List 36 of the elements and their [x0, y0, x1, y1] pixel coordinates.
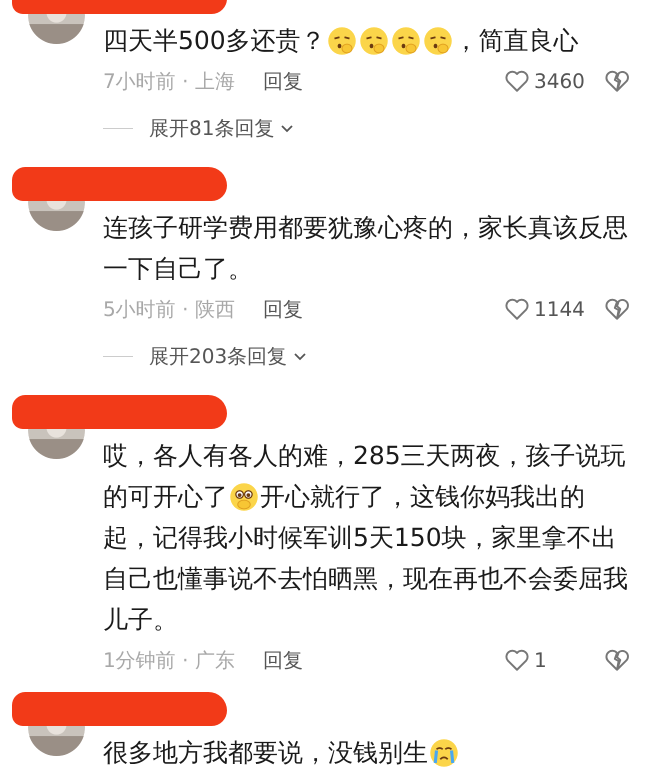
- heart-icon: [504, 647, 530, 673]
- comment-text: 儿子。: [103, 604, 178, 636]
- broken-heart-icon[interactable]: [604, 68, 630, 94]
- chevron-down-icon: [293, 351, 308, 361]
- comment-text: 起，记得我小时候军训5天150块，家里拿不出: [103, 522, 617, 554]
- broken-heart-icon[interactable]: [604, 296, 630, 322]
- comment-time: 7小时前 · 上海: [103, 68, 235, 94]
- comment-time: 5小时前 · 陕西: [103, 296, 235, 322]
- comment-text: 自己也懂事说不去怕晒黑，现在再也不会委屈我: [103, 563, 628, 595]
- comment-text: 开心就行了，这钱你妈我出的: [260, 481, 585, 513]
- sleepy-face-icon: [326, 26, 357, 56]
- sleepy-face-icon: [390, 26, 421, 56]
- chevron-down-icon: [280, 123, 294, 133]
- reply-button[interactable]: 回复: [262, 68, 303, 94]
- reply-button[interactable]: 回复: [262, 646, 303, 674]
- comment-text: ，简直良心: [454, 25, 579, 57]
- comment-text: 的可开心了: [103, 481, 228, 513]
- like-button[interactable]: 3460: [504, 68, 590, 94]
- comment-text: 一下自己了。: [103, 253, 253, 285]
- sleepy-face-icon: [358, 26, 389, 56]
- pleading-face-icon: [229, 482, 259, 512]
- comment-time: 1分钟前 · 广东: [103, 646, 235, 674]
- comment-text: 四天半500多还贵？: [103, 25, 326, 57]
- sleepy-face-icon: [422, 26, 453, 56]
- reply-button[interactable]: 回复: [262, 296, 303, 322]
- comment-text: 哎，各人有各人的难，285三天两夜，孩子说玩: [103, 440, 626, 472]
- like-button[interactable]: 1: [504, 647, 590, 673]
- heart-icon: [504, 68, 530, 94]
- crying-face-icon: [429, 738, 459, 768]
- expand-replies-link[interactable]: 展开81条回复: [149, 114, 294, 142]
- comment-text: 连孩子研学费用都要犹豫心疼的，家长真该反思: [103, 212, 628, 244]
- broken-heart-icon[interactable]: [604, 647, 630, 673]
- like-button[interactable]: 1144: [504, 296, 590, 322]
- expand-replies-link[interactable]: 展开203条回复: [149, 342, 308, 370]
- heart-icon: [504, 296, 530, 322]
- comment-text: 很多地方我都要说，没钱别生: [103, 737, 428, 769]
